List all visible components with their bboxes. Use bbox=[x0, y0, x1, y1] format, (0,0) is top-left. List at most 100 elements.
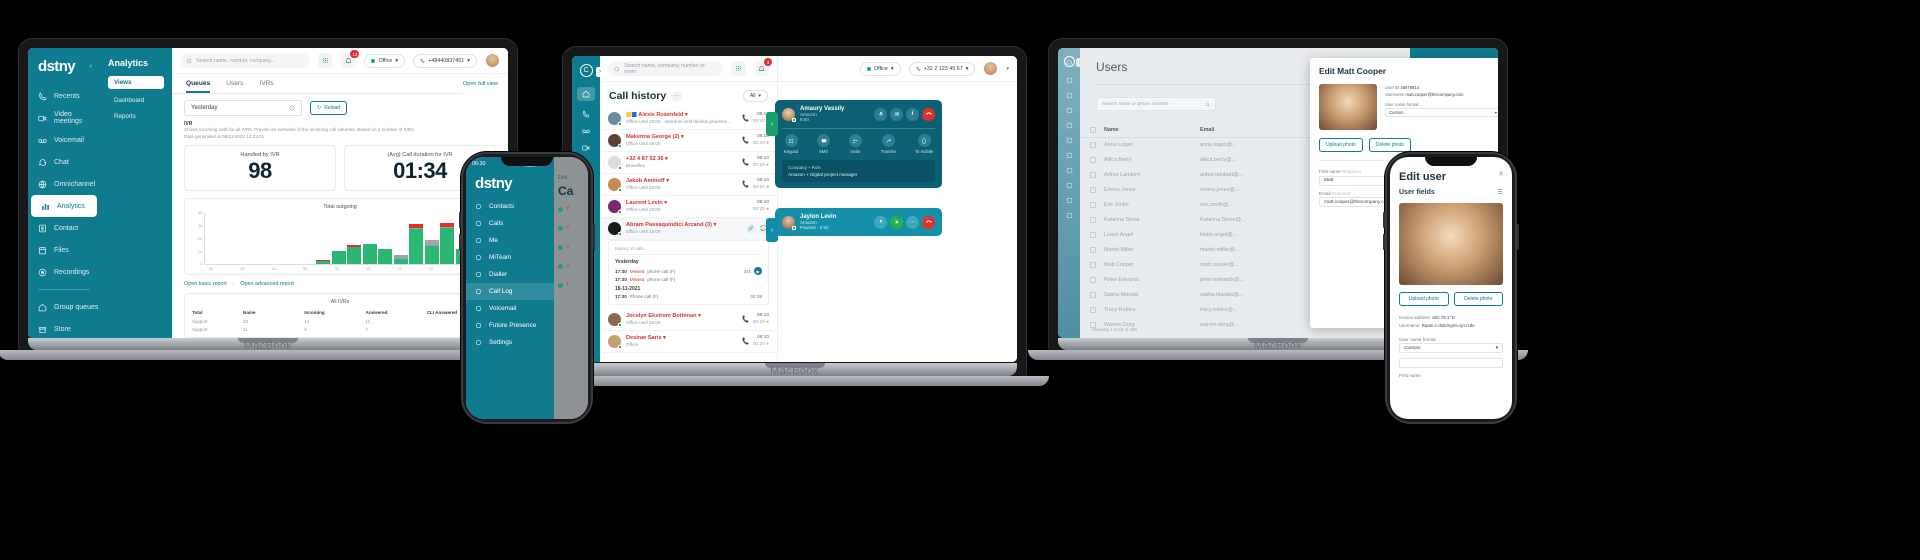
row-checkbox[interactable] bbox=[1090, 217, 1096, 223]
volume-up-button[interactable] bbox=[459, 212, 461, 228]
gear-icon[interactable] bbox=[1066, 182, 1073, 189]
phone-menu-item[interactable]: Dialler bbox=[466, 266, 554, 283]
phone-menu-item[interactable]: Me bbox=[466, 232, 554, 249]
mute-button[interactable] bbox=[874, 107, 887, 121]
sidebar-item-contact[interactable]: Contact bbox=[28, 217, 100, 239]
phone-menu-item[interactable]: Contacts bbox=[466, 198, 554, 215]
hangup-button[interactable] bbox=[922, 107, 935, 121]
search-input[interactable]: Search name or phone number bbox=[1096, 97, 1216, 111]
subnav-item-reports[interactable]: Reports bbox=[108, 110, 164, 123]
upload-photo-button[interactable]: Upload photo bbox=[1319, 138, 1363, 152]
shield-icon[interactable] bbox=[1066, 137, 1073, 144]
sidebar-item-store[interactable]: Store bbox=[28, 318, 100, 338]
chevron-left-icon[interactable]: ‹ bbox=[90, 63, 92, 70]
list-item[interactable]: Jocelyn Ekstrom Bothman ▾ Office until 18… bbox=[600, 309, 777, 331]
open-full-view-link[interactable]: Open full view bbox=[463, 81, 498, 87]
play-icon[interactable]: ▶ bbox=[754, 267, 762, 275]
phone-menu-item[interactable]: Voicemail bbox=[466, 300, 554, 317]
sidebar-item-recordings[interactable]: Recordings bbox=[28, 261, 100, 283]
briefcase-icon[interactable] bbox=[1066, 122, 1073, 129]
dialpad-button[interactable] bbox=[731, 61, 746, 76]
close-icon[interactable]: ✕ bbox=[1497, 64, 1498, 72]
action-invite[interactable]: Invite bbox=[848, 134, 862, 154]
sidebar-item-chat[interactable]: Chat bbox=[28, 151, 100, 173]
queue-icon[interactable] bbox=[1066, 152, 1073, 159]
assign-icon[interactable] bbox=[1066, 167, 1073, 174]
chevron-right-icon[interactable]: › bbox=[596, 67, 604, 77]
link-icon[interactable] bbox=[1066, 212, 1073, 219]
sidebar-item-video-meetings[interactable]: Video meetings bbox=[28, 107, 100, 129]
device-icon[interactable] bbox=[1066, 92, 1073, 99]
row-checkbox[interactable] bbox=[1090, 247, 1096, 253]
sidebar-item-analytics[interactable]: Analytics bbox=[30, 195, 98, 217]
row-checkbox[interactable] bbox=[1090, 142, 1096, 148]
phone-menu-item[interactable]: Settings bbox=[466, 334, 554, 351]
info-button[interactable]: i bbox=[906, 107, 919, 121]
list-item[interactable]: Desirae Saris ▾ Office 📞 08:10 00:20 ● bbox=[600, 331, 777, 353]
phone-menu-item[interactable]: Call Log bbox=[466, 283, 554, 300]
filter-all[interactable]: All ▾ bbox=[742, 90, 768, 102]
action-keypad[interactable]: Keypad bbox=[784, 134, 798, 154]
attach-icon[interactable]: 🔗 bbox=[746, 223, 756, 234]
tab-queues[interactable]: Queues bbox=[186, 74, 211, 93]
list-item[interactable]: 🟨🟦 Alexis Rosenfeld ▾ Office until 18:00 … bbox=[600, 108, 777, 130]
row-checkbox[interactable] bbox=[1090, 187, 1096, 193]
hangup-button[interactable] bbox=[922, 215, 935, 229]
avatar[interactable] bbox=[485, 53, 500, 68]
video-icon[interactable] bbox=[582, 144, 590, 152]
phone-number-selector[interactable]: +48440837451 ▾ bbox=[413, 53, 477, 68]
phone-menu-item[interactable]: MiTeam bbox=[466, 249, 554, 266]
row-checkbox[interactable] bbox=[1090, 202, 1096, 208]
edit-label[interactable]: Edit bbox=[554, 157, 588, 181]
rail-item-home[interactable] bbox=[577, 87, 595, 101]
sidebar-item-omnichannel[interactable]: Omnichannel bbox=[28, 173, 100, 195]
expand-call-handle[interactable]: › bbox=[766, 218, 778, 242]
action-to-mobile[interactable]: To mobile bbox=[915, 134, 933, 154]
list-item[interactable]: Laurent Levin ▾ Office until 18:00 08:10 00… bbox=[600, 196, 777, 218]
row-checkbox[interactable] bbox=[1090, 292, 1096, 298]
action-transfer[interactable]: Transfer bbox=[881, 134, 896, 154]
power-button[interactable] bbox=[1517, 224, 1519, 250]
delete-photo-button[interactable]: Delete photo bbox=[1368, 138, 1412, 152]
sidebar-item-files[interactable]: Files bbox=[28, 239, 100, 261]
row-checkbox[interactable] bbox=[1090, 262, 1096, 268]
tab-ivrs[interactable]: IVRs bbox=[259, 74, 273, 93]
sidebar-item-group-queues[interactable]: Group queues bbox=[28, 296, 100, 318]
th-email[interactable]: Email bbox=[1200, 127, 1214, 133]
open-advanced-report-link[interactable]: Open advanced report bbox=[240, 281, 294, 287]
expand-call-handle[interactable]: › bbox=[766, 112, 778, 136]
user-name-format-select[interactable]: Custom ▾ bbox=[1399, 343, 1503, 354]
sidebar-item-voicemail[interactable]: Voicemail bbox=[28, 129, 100, 151]
presence-selector[interactable]: Office ▾ bbox=[364, 53, 406, 68]
resume-button[interactable] bbox=[890, 215, 903, 229]
chevron-down-icon[interactable]: ▾ bbox=[1006, 66, 1009, 72]
mute-button[interactable] bbox=[874, 215, 887, 229]
subnav-item-views[interactable]: Views bbox=[108, 76, 164, 89]
tab-users[interactable]: Users bbox=[226, 74, 243, 93]
menu-icon[interactable]: ☰ bbox=[1498, 189, 1503, 196]
more-icon[interactable]: ··· bbox=[671, 90, 683, 102]
list-item[interactable]: Makenna George (2) ▾ Office until 18:00 📞 0… bbox=[600, 130, 777, 152]
list-item[interactable]: Abram Passaquindici Arcand (3) ▾ Office u… bbox=[600, 218, 777, 240]
row-checkbox[interactable] bbox=[1090, 277, 1096, 283]
reload-button[interactable]: ↻ Reload bbox=[310, 101, 348, 115]
avatar[interactable] bbox=[983, 61, 999, 76]
list-item[interactable]: +32 4 87 52 36 ▾ Bruxelles 📞 08:10 00:20 ● bbox=[600, 152, 777, 174]
tools-icon[interactable] bbox=[1066, 197, 1073, 204]
first-name-input[interactable] bbox=[1399, 358, 1503, 369]
subnav-item-dashboard[interactable]: Dashboard bbox=[108, 94, 164, 107]
row-checkbox[interactable] bbox=[1090, 157, 1096, 163]
presence-selector[interactable]: Office ▾ bbox=[859, 61, 901, 76]
row-checkbox[interactable] bbox=[1090, 307, 1096, 313]
phone-menu-item[interactable]: Future Presence bbox=[466, 317, 554, 334]
close-icon[interactable]: ✕ bbox=[1498, 170, 1504, 178]
row-checkbox[interactable] bbox=[1090, 172, 1096, 178]
phone-number-selector[interactable]: +32 2 123 45 67 ▾ bbox=[908, 61, 976, 76]
hold-button[interactable] bbox=[890, 107, 903, 121]
volume-down-button[interactable] bbox=[459, 234, 461, 250]
select-all-checkbox[interactable] bbox=[1090, 127, 1096, 133]
home-icon[interactable] bbox=[1063, 56, 1075, 67]
voicemail-icon[interactable] bbox=[582, 127, 590, 135]
phone-menu-item[interactable]: Calls bbox=[466, 215, 554, 232]
action-sms[interactable]: SMS bbox=[817, 134, 831, 154]
